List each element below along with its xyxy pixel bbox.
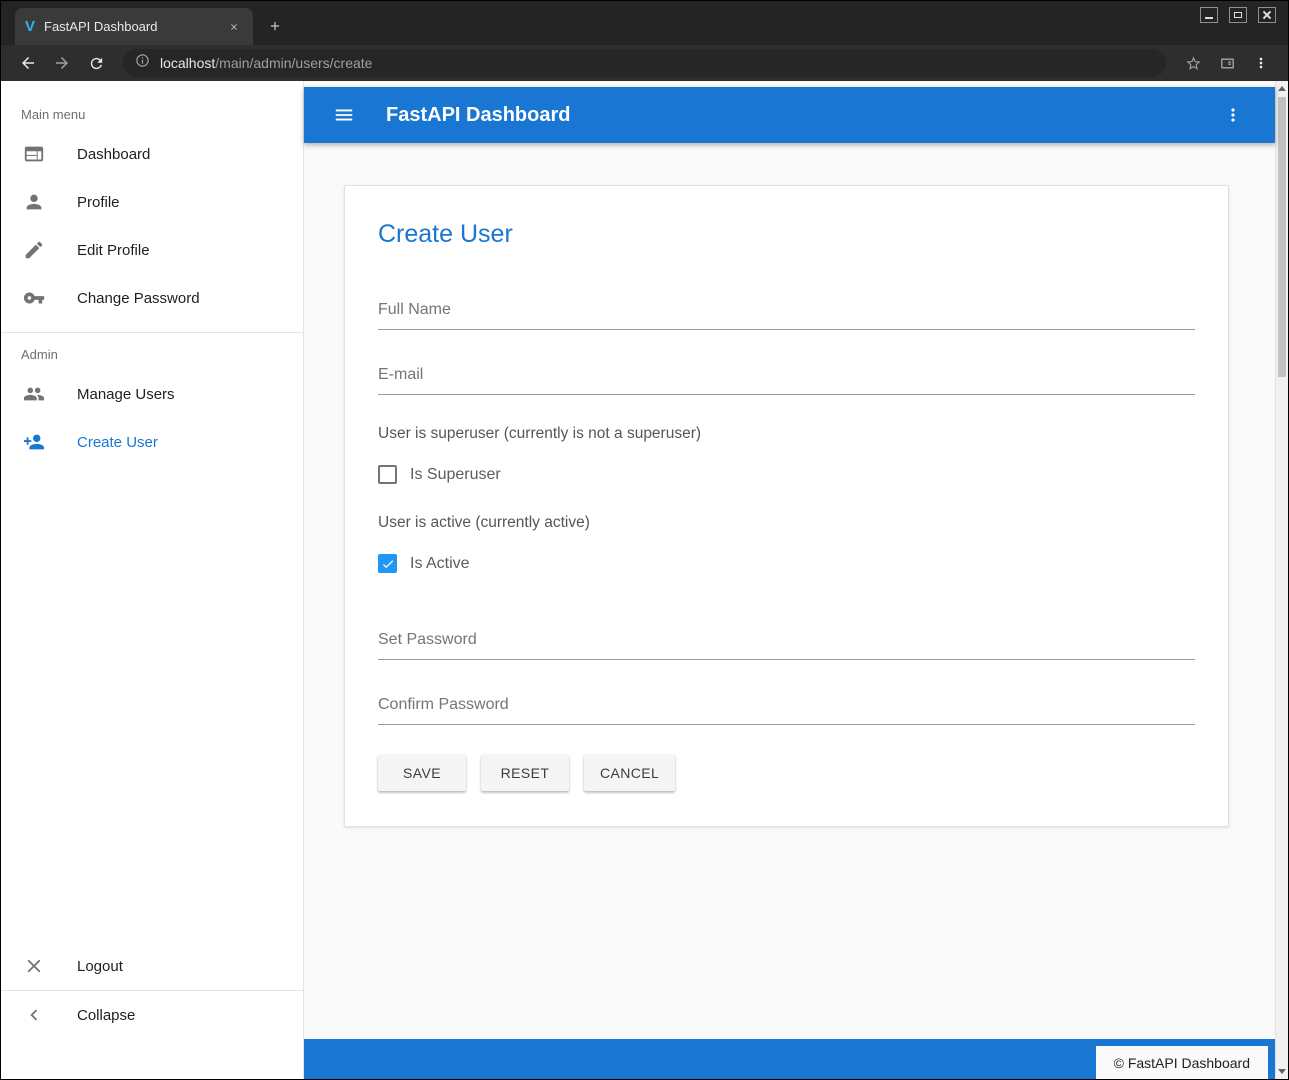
forward-icon[interactable]: [48, 49, 76, 77]
vuetify-logo-icon: V: [25, 18, 35, 35]
sidebar-item-label: Logout: [77, 958, 123, 975]
active-checkbox[interactable]: [378, 554, 397, 573]
app-bar-title: FastAPI Dashboard: [386, 104, 570, 127]
email-input[interactable]: [378, 360, 1195, 395]
confirm-password-field-wrap: [378, 690, 1195, 725]
scroll-down-icon[interactable]: [1276, 1065, 1288, 1078]
set-password-input[interactable]: [378, 625, 1195, 660]
footer-copyright: © FastAPI Dashboard: [1096, 1046, 1268, 1079]
create-user-card: Create User User is superuser (currently…: [344, 185, 1229, 827]
main-area: FastAPI Dashboard Create User User is su…: [304, 81, 1275, 1079]
minimize-button[interactable]: [1200, 7, 1218, 23]
sidebar-item-collapse[interactable]: Collapse: [1, 991, 303, 1039]
people-icon: [22, 382, 46, 406]
sidebar-item-edit-profile[interactable]: Edit Profile: [1, 226, 303, 274]
sidebar-section-main-menu: Main menu: [1, 81, 303, 130]
superuser-checkbox-row[interactable]: Is Superuser: [378, 465, 1195, 484]
sidebar-item-profile[interactable]: Profile: [1, 178, 303, 226]
sidebar-item-label: Edit Profile: [77, 242, 150, 259]
key-icon: [22, 286, 46, 310]
info-icon[interactable]: [135, 53, 150, 73]
star-icon[interactable]: [1179, 49, 1207, 77]
sidebar-item-dashboard[interactable]: Dashboard: [1, 130, 303, 178]
url-host: localhost: [160, 55, 215, 71]
person-icon: [22, 190, 46, 214]
reset-button[interactable]: RESET: [481, 755, 569, 791]
full-name-input[interactable]: [378, 295, 1195, 330]
footer: © FastAPI Dashboard: [304, 1039, 1275, 1079]
superuser-hint: User is superuser (currently is not a su…: [378, 425, 1195, 443]
back-icon[interactable]: [14, 49, 42, 77]
reload-icon[interactable]: [82, 49, 110, 77]
page: Main menu Dashboard Profile Edit Profile: [1, 81, 1288, 1079]
person-add-icon: [22, 430, 46, 454]
side-panel-icon[interactable]: [1213, 49, 1241, 77]
browser-window: V FastAPI Dashboard loc: [0, 0, 1289, 1080]
sidebar-item-label: Create User: [77, 434, 158, 451]
active-hint: User is active (currently active): [378, 514, 1195, 532]
pencil-icon: [22, 238, 46, 262]
maximize-button[interactable]: [1229, 7, 1247, 23]
window-controls: [1200, 7, 1276, 23]
chevron-left-icon: [22, 1003, 46, 1027]
set-password-field-wrap: [378, 625, 1195, 660]
superuser-checkbox-label: Is Superuser: [410, 466, 501, 484]
sidebar-item-logout[interactable]: Logout: [1, 942, 303, 990]
active-checkbox-row[interactable]: Is Active: [378, 554, 1195, 573]
close-icon: [22, 954, 46, 978]
sidebar-item-label: Manage Users: [77, 386, 175, 403]
url-text: localhost/main/admin/users/create: [160, 55, 372, 71]
sidebar-item-label: Change Password: [77, 290, 200, 307]
url-path: /main/admin/users/create: [215, 55, 372, 71]
browser-tab[interactable]: V FastAPI Dashboard: [15, 8, 253, 45]
app-bar: FastAPI Dashboard: [304, 87, 1275, 143]
active-checkbox-label: Is Active: [410, 555, 470, 573]
sidebar-item-change-password[interactable]: Change Password: [1, 274, 303, 322]
scroll-up-icon[interactable]: [1276, 82, 1288, 95]
form-buttons: SAVE RESET CANCEL: [378, 755, 1195, 791]
sidebar-item-label: Profile: [77, 194, 120, 211]
menu-icon[interactable]: [332, 103, 356, 127]
tab-title: FastAPI Dashboard: [44, 19, 225, 34]
browser-menu-icon[interactable]: [1247, 49, 1275, 77]
email-field-wrap: [378, 360, 1195, 395]
full-name-field-wrap: [378, 295, 1195, 330]
window-close-button[interactable]: [1258, 7, 1276, 23]
sidebar-section-admin: Admin: [1, 333, 303, 370]
sidebar-bottom: Logout Collapse: [1, 942, 303, 1039]
sidebar-item-label: Dashboard: [77, 146, 150, 163]
scrollbar-thumb[interactable]: [1278, 97, 1286, 377]
content-area: Create User User is superuser (currently…: [304, 143, 1275, 1039]
dots-vertical-icon[interactable]: [1221, 103, 1245, 127]
cancel-button[interactable]: CANCEL: [584, 755, 675, 791]
address-bar[interactable]: localhost/main/admin/users/create: [123, 49, 1166, 77]
browser-titlebar: V FastAPI Dashboard: [1, 1, 1288, 45]
new-tab-button[interactable]: [263, 14, 287, 38]
dashboard-icon: [22, 142, 46, 166]
sidebar-item-create-user[interactable]: Create User: [1, 418, 303, 466]
page-scrollbar[interactable]: [1275, 81, 1288, 1079]
save-button[interactable]: SAVE: [378, 755, 466, 791]
sidebar-item-label: Collapse: [77, 1007, 135, 1024]
confirm-password-input[interactable]: [378, 690, 1195, 725]
sidebar: Main menu Dashboard Profile Edit Profile: [1, 81, 304, 1079]
sidebar-item-manage-users[interactable]: Manage Users: [1, 370, 303, 418]
superuser-checkbox[interactable]: [378, 465, 397, 484]
browser-toolbar: localhost/main/admin/users/create: [1, 45, 1288, 81]
tab-close-icon[interactable]: [225, 18, 243, 36]
checkmark-icon: [381, 557, 395, 571]
page-title: Create User: [378, 220, 1195, 249]
